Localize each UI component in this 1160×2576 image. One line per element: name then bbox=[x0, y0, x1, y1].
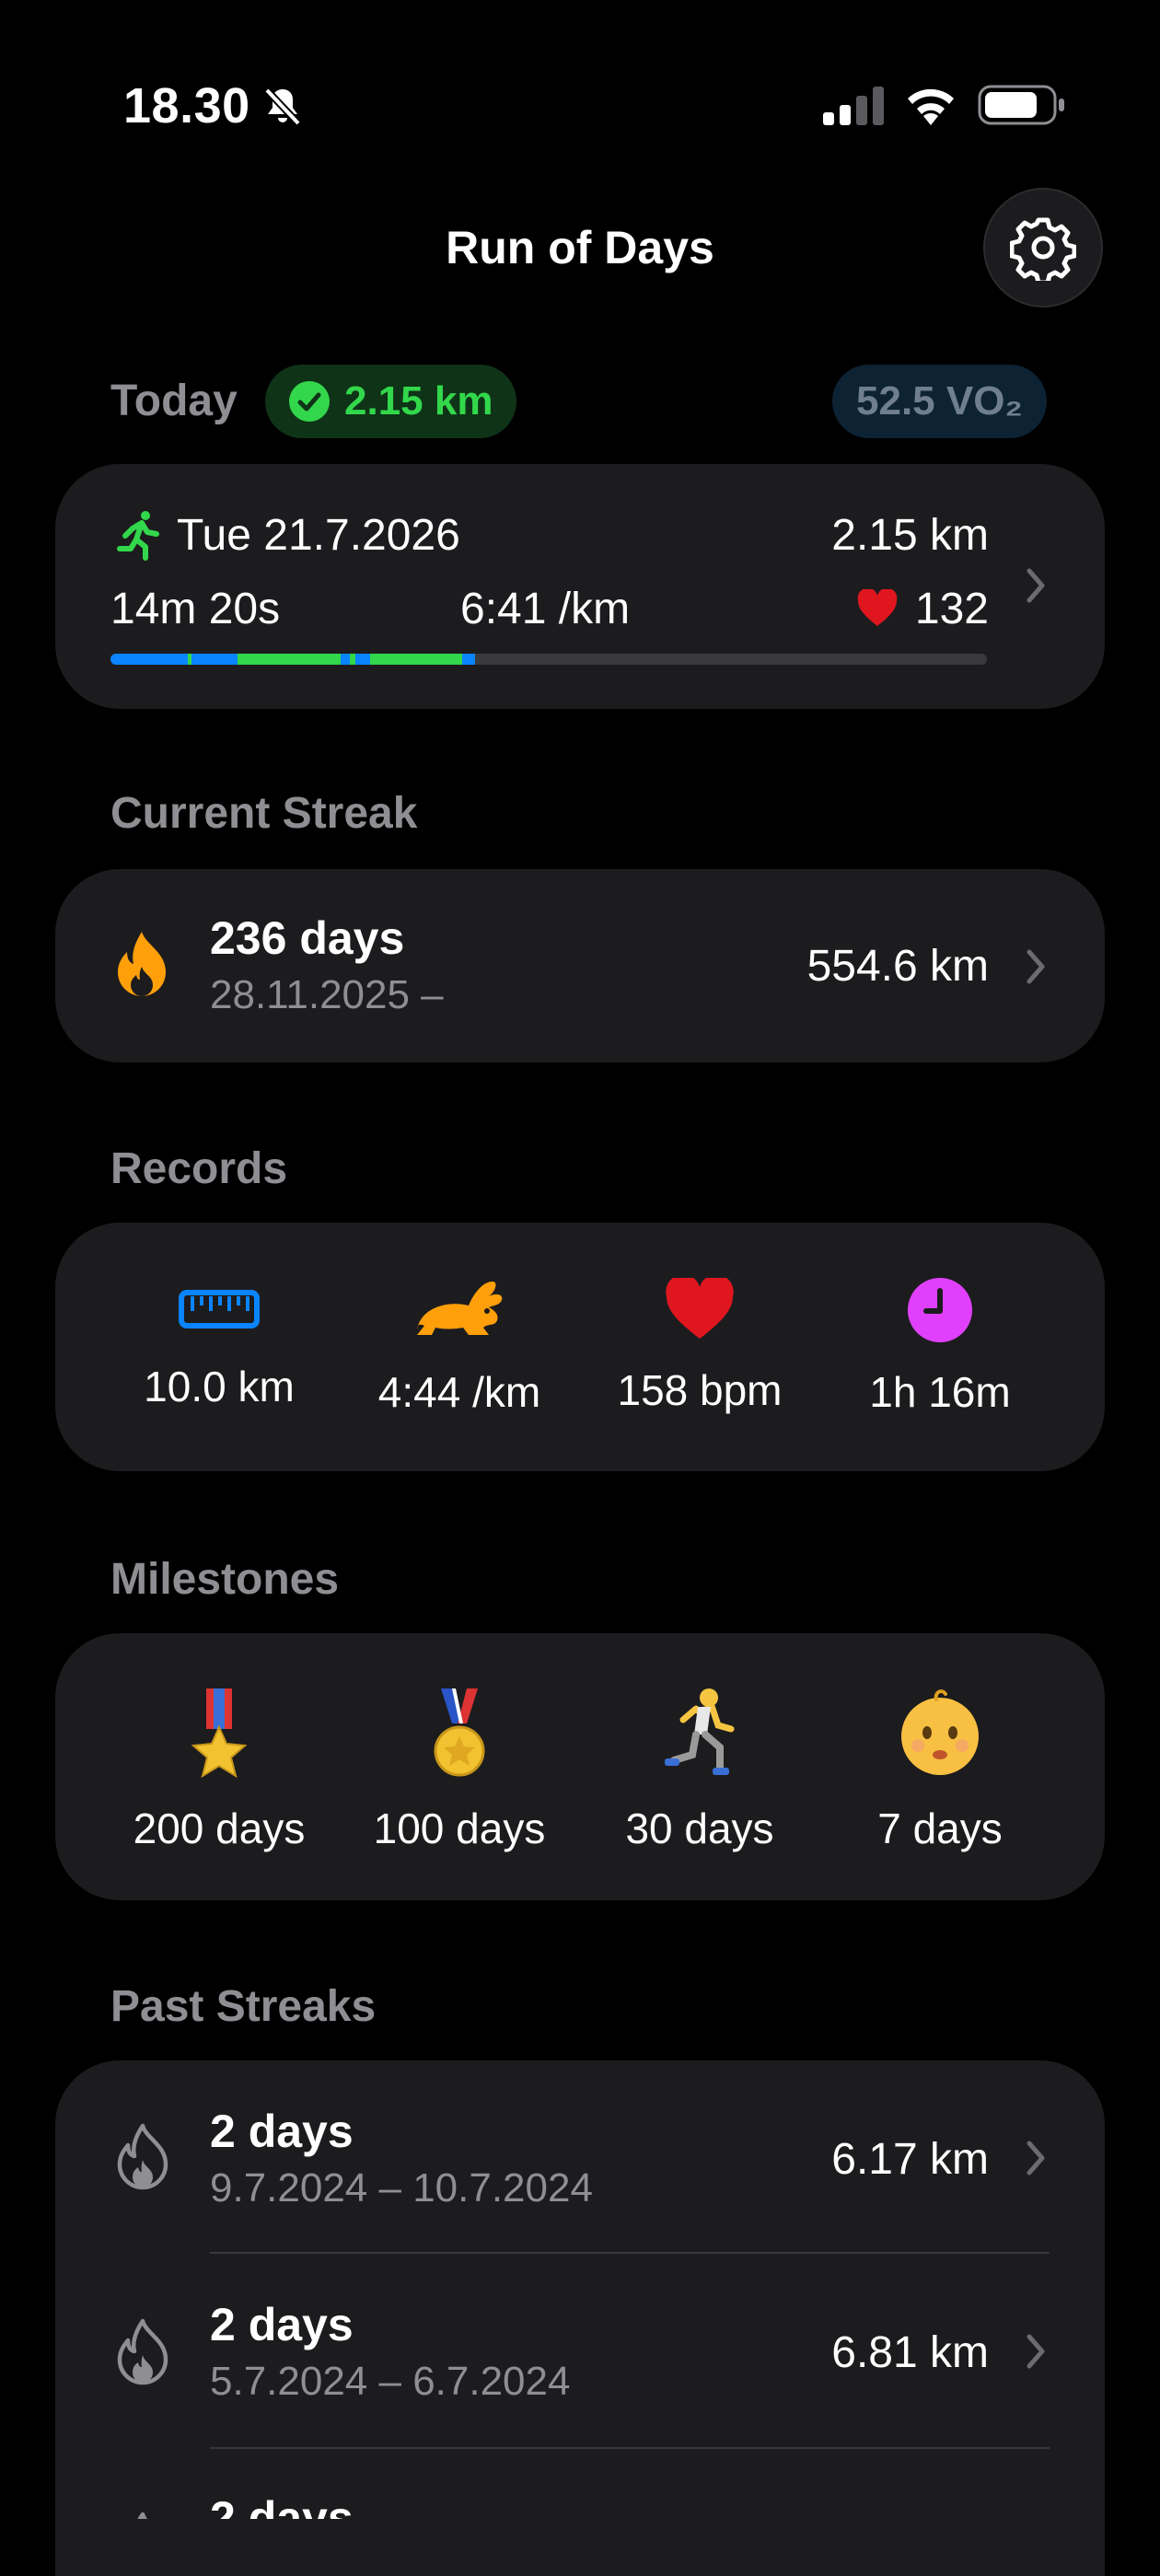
current-streak-label: Current Streak bbox=[110, 789, 418, 838]
clock-icon bbox=[908, 1278, 972, 1342]
milestone-7-days-value: 7 days bbox=[877, 1804, 1003, 1852]
checkmark-circle-icon bbox=[289, 381, 330, 422]
runner-icon bbox=[665, 1688, 735, 1775]
records-label: Records bbox=[110, 1144, 288, 1193]
heart-icon bbox=[666, 1274, 734, 1339]
past-streak-range: 5.7.2024 – 6.7.2024 bbox=[210, 2359, 571, 2404]
record-distance: 10.0 km bbox=[99, 1278, 339, 1411]
run-date: Tue 21.7.2026 bbox=[177, 511, 460, 560]
past-streaks-label: Past Streaks bbox=[110, 1982, 377, 2031]
rabbit-icon bbox=[417, 1282, 503, 1335]
current-streak-days: 236 days bbox=[210, 912, 405, 964]
milestone-100-days: 100 days bbox=[340, 1687, 579, 1853]
run-duration: 14m 20s bbox=[110, 585, 281, 633]
past-streak-range: 9.7.2024 – 10.7.2024 bbox=[210, 2165, 593, 2210]
record-duration: 1h 16m bbox=[820, 1278, 1060, 1417]
baby-icon bbox=[901, 1689, 979, 1775]
past-streak-distance: 6.17 km bbox=[831, 2135, 989, 2184]
flame-outline-icon bbox=[117, 2318, 168, 2385]
bell-slash-icon bbox=[264, 87, 301, 126]
record-pace-value: 4:44 /km bbox=[377, 1368, 541, 1416]
flame-icon bbox=[118, 932, 166, 996]
flame-outline-icon bbox=[137, 2512, 148, 2519]
milestone-200-days-value: 200 days bbox=[133, 1804, 306, 1852]
milestones-label: Milestones bbox=[110, 1555, 340, 1604]
flame-outline-icon bbox=[117, 2123, 168, 2190]
today-done-badge: 2.15 km bbox=[265, 365, 517, 438]
record-pace: 4:44 /km bbox=[340, 1278, 579, 1417]
chevron-right-icon bbox=[1027, 2141, 1045, 2176]
ruler-icon bbox=[179, 1290, 260, 1329]
wifi-icon bbox=[908, 88, 954, 125]
milestone-30-days: 30 days bbox=[580, 1687, 819, 1853]
sports-medal-icon bbox=[434, 1688, 485, 1777]
current-streak-distance: 554.6 km bbox=[806, 942, 989, 991]
vo2-badge: 52.5 VO₂ bbox=[832, 365, 1047, 438]
cellular-signal-icon bbox=[823, 87, 884, 125]
record-distance-value: 10.0 km bbox=[144, 1363, 295, 1410]
record-heart-rate: 158 bpm bbox=[580, 1274, 819, 1415]
run-pace: 6:41 /km bbox=[460, 585, 631, 633]
past-streak-distance: 6.81 km bbox=[831, 2328, 989, 2377]
past-streak-days: 2 days bbox=[210, 2492, 354, 2519]
running-figure-icon bbox=[117, 511, 159, 561]
milestone-100-days-value: 100 days bbox=[373, 1804, 546, 1852]
milestone-30-days-value: 30 days bbox=[625, 1804, 774, 1852]
gear-icon bbox=[1010, 217, 1076, 281]
status-time: 18.30 bbox=[123, 78, 250, 133]
heart-icon bbox=[857, 589, 898, 626]
chevron-right-icon bbox=[1027, 2334, 1045, 2369]
record-duration-value: 1h 16m bbox=[869, 1368, 1011, 1416]
run-distance: 2.15 km bbox=[831, 511, 989, 560]
run-heart-rate: 132 bbox=[914, 585, 989, 633]
current-streak-since: 28.11.2025 – bbox=[210, 972, 444, 1017]
past-streak-days: 2 days bbox=[210, 2106, 354, 2157]
today-done-distance: 2.15 km bbox=[344, 378, 493, 424]
past-streak-row[interactable]: 2 days bbox=[55, 2449, 1105, 2519]
heart-rate-zone-bar bbox=[110, 654, 987, 665]
chevron-right-icon bbox=[1027, 568, 1045, 603]
battery-icon bbox=[978, 85, 1064, 125]
military-medal-icon bbox=[191, 1688, 248, 1779]
settings-button[interactable] bbox=[983, 188, 1103, 307]
record-heart-rate-value: 158 bpm bbox=[617, 1366, 783, 1414]
today-label: Today bbox=[110, 377, 238, 425]
chevron-right-icon bbox=[1027, 949, 1045, 984]
milestone-200-days: 200 days bbox=[99, 1687, 339, 1853]
milestone-7-days: 7 days bbox=[820, 1687, 1060, 1853]
past-streak-days: 2 days bbox=[210, 2299, 354, 2350]
